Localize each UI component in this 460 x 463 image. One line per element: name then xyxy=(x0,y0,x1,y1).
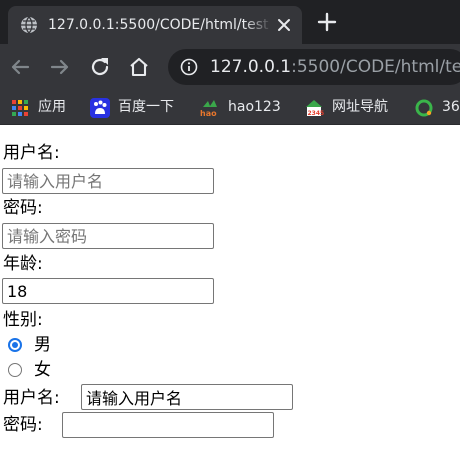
reload-icon[interactable] xyxy=(88,55,112,79)
username-label: 用户名: xyxy=(3,143,60,163)
svg-text:hao: hao xyxy=(200,109,217,118)
password-label: 密码: xyxy=(3,198,43,218)
page-content: 用户名: 密码: 年龄: 性别: 男 女 用户名: 密码: xyxy=(0,125,460,463)
2345-nav-icon: 2345 xyxy=(304,98,324,118)
browser-tab-active[interactable]: 127.0.0.1:5500/CODE/html/test.html xyxy=(8,6,302,44)
url-host: 127.0.0.1 xyxy=(210,57,292,77)
bookmark-label: 百度一下 xyxy=(118,99,174,115)
password-input[interactable] xyxy=(2,223,214,249)
back-arrow-icon[interactable] xyxy=(8,55,32,79)
tab-title-fade xyxy=(244,14,272,36)
bookmark-360[interactable]: 36 xyxy=(414,95,460,119)
360-icon xyxy=(414,98,434,118)
forward-arrow-icon[interactable] xyxy=(48,55,72,79)
password2-input[interactable] xyxy=(62,412,274,438)
hao123-icon: hao xyxy=(200,98,220,118)
svg-text:2345: 2345 xyxy=(308,110,325,117)
baidu-paw-icon xyxy=(90,98,110,118)
bookmarks-bar: 应用 百度一下 hao hao123 2345 网址导航 36 xyxy=(0,90,460,125)
tab-title: 127.0.0.1:5500/CODE/html/test.html xyxy=(48,17,270,33)
radio-female-label: 女 xyxy=(34,360,51,380)
gender-option-female[interactable]: 女 xyxy=(5,358,65,382)
bookmark-label: 网址导航 xyxy=(332,99,388,115)
bookmark-label: hao123 xyxy=(228,99,281,115)
bookmark-apps[interactable]: 应用 xyxy=(10,95,72,119)
url-path: :5500/CODE/html/test.html xyxy=(291,57,460,77)
bookmark-2345[interactable]: 2345 网址导航 xyxy=(304,95,398,119)
gender-option-male[interactable]: 男 xyxy=(5,333,65,357)
bookmark-baidu[interactable]: 百度一下 xyxy=(90,95,182,119)
bookmark-hao123[interactable]: hao hao123 xyxy=(200,95,286,119)
bookmark-label: 应用 xyxy=(38,99,66,115)
close-icon[interactable] xyxy=(275,16,293,34)
username2-label: 用户名: xyxy=(3,388,60,408)
password2-label: 密码: xyxy=(3,415,43,435)
apps-grid-icon xyxy=(10,98,30,118)
browser-toolbar: 127.0.0.1:5500/CODE/html/test.html xyxy=(0,44,460,90)
info-icon[interactable] xyxy=(180,58,198,76)
bookmark-label: 36 xyxy=(442,99,460,115)
age-label: 年龄: xyxy=(3,254,43,274)
username-input[interactable] xyxy=(2,168,214,194)
radio-male-label: 男 xyxy=(34,335,51,355)
home-icon[interactable] xyxy=(127,55,151,79)
username2-input[interactable] xyxy=(81,384,293,410)
new-tab-plus-icon[interactable] xyxy=(316,11,338,33)
address-url[interactable]: 127.0.0.1:5500/CODE/html/test.html xyxy=(210,56,460,78)
globe-icon xyxy=(20,16,38,34)
radio-male[interactable] xyxy=(8,338,22,352)
browser-tabstrip: 127.0.0.1:5500/CODE/html/test.html xyxy=(0,0,460,44)
age-input[interactable] xyxy=(2,278,214,304)
gender-label: 性别: xyxy=(3,310,43,330)
address-bar[interactable]: 127.0.0.1:5500/CODE/html/test.html xyxy=(168,49,460,85)
radio-female[interactable] xyxy=(8,363,22,377)
